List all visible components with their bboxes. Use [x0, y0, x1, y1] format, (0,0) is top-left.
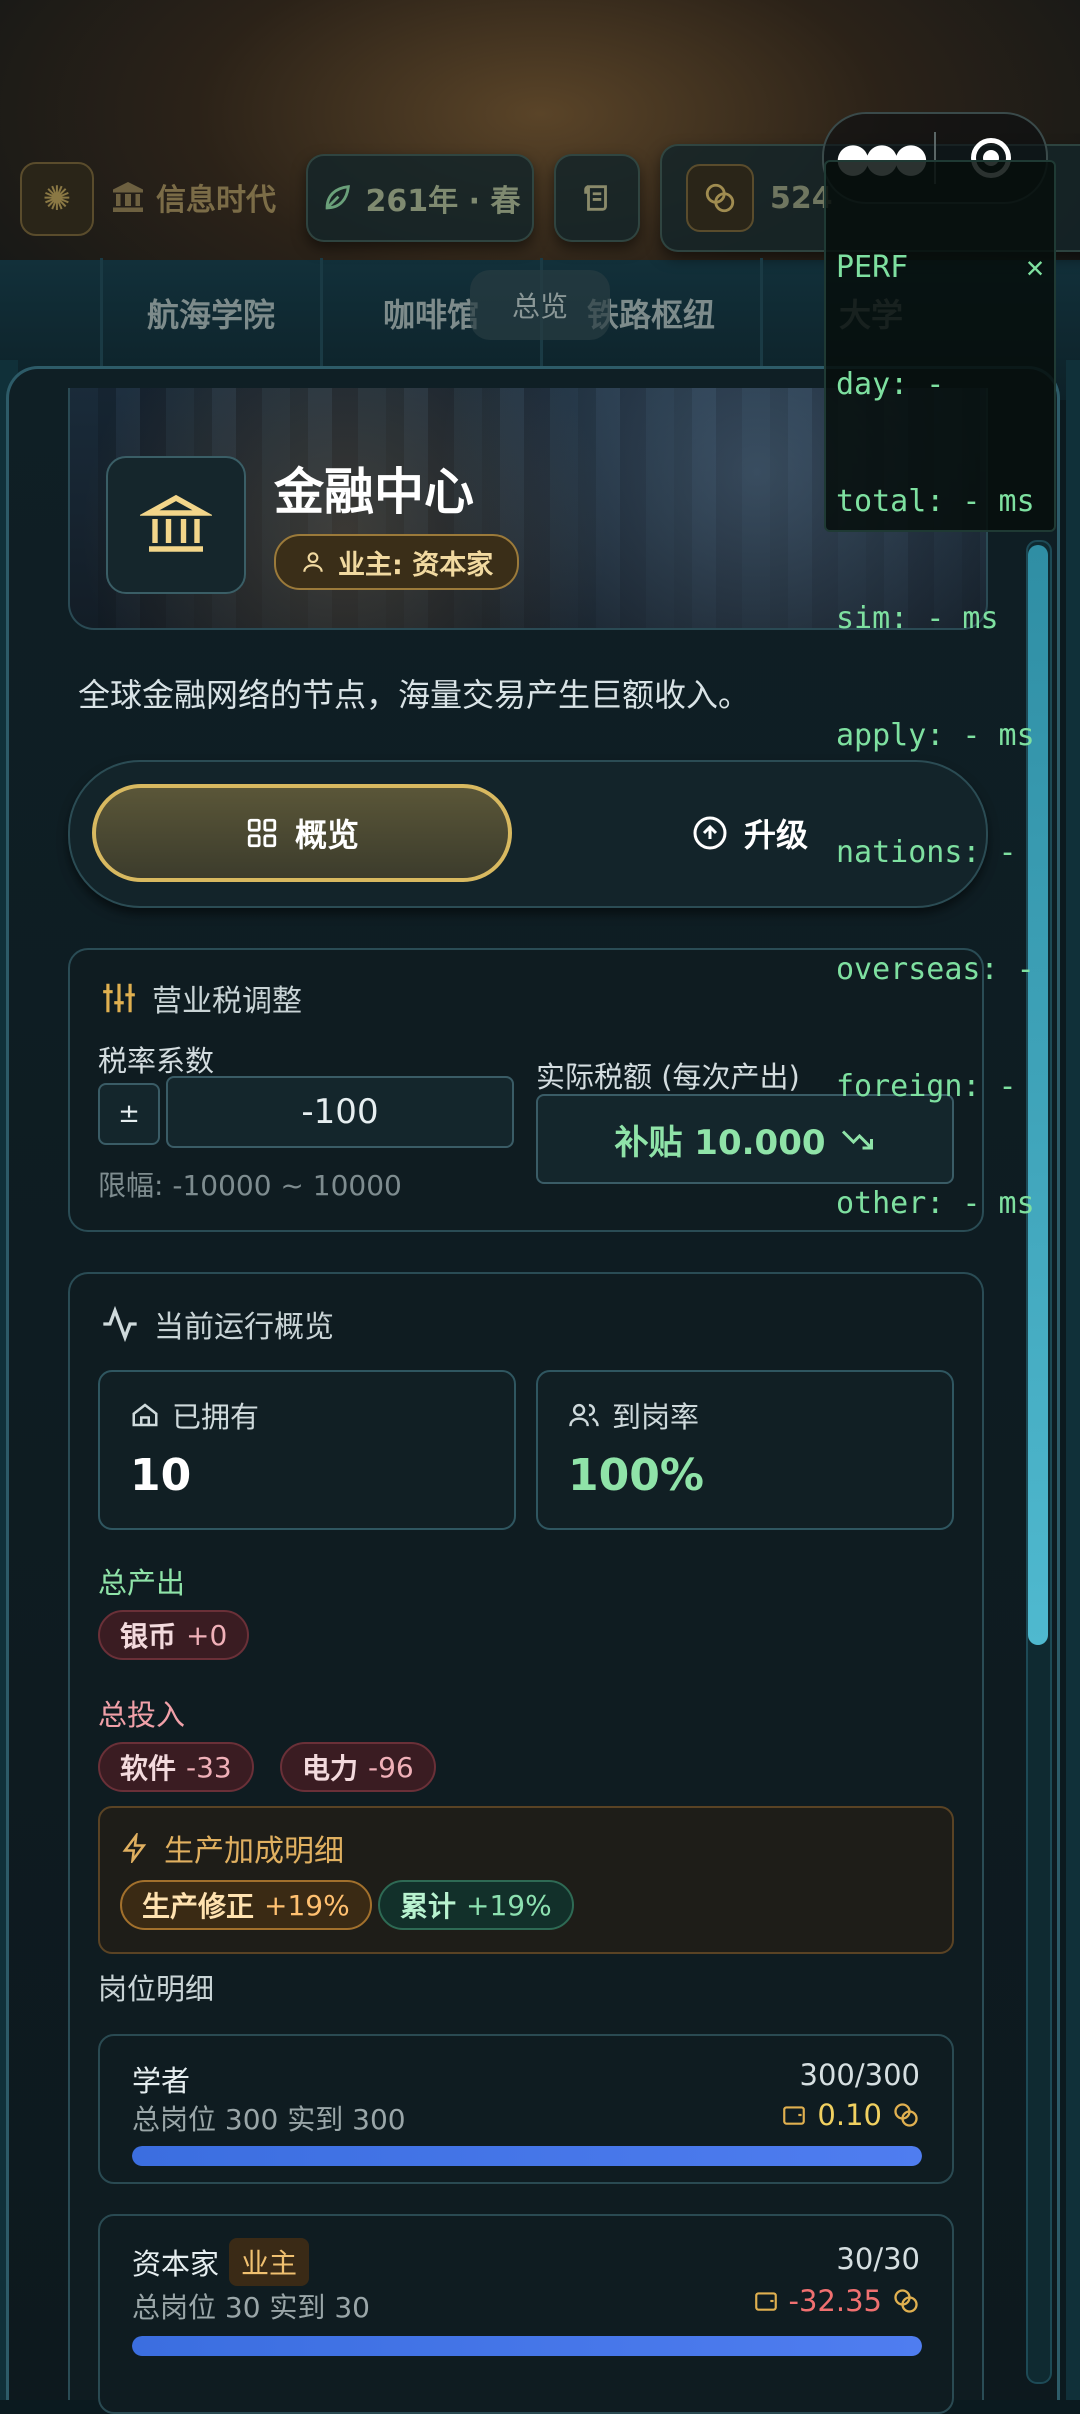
tax-rate-input[interactable]: -100	[166, 1076, 514, 1148]
users-icon	[569, 1403, 599, 1427]
coins-icon	[894, 2103, 918, 2127]
scroll-icon	[584, 185, 607, 211]
job-count: 300/300	[799, 2058, 920, 2092]
perf-line: overseas: -	[836, 952, 1035, 987]
building-icon-tile	[106, 456, 246, 594]
nav-item-naval-academy[interactable]: 航海学院	[100, 258, 319, 368]
sliders-icon	[103, 983, 135, 1013]
arrow-up-circle-icon	[693, 816, 727, 850]
job-count: 30/30	[836, 2242, 920, 2276]
wallet-icon	[783, 2106, 806, 2125]
job-wage: 0.10	[781, 2098, 920, 2132]
right-edge	[1066, 360, 1080, 2400]
job-progress-bar	[132, 2336, 922, 2356]
perf-line: apply: - ms	[836, 718, 1035, 753]
date-pill[interactable]: 261年 · 春	[306, 154, 534, 242]
era-emblem-icon[interactable]: ✺	[20, 162, 94, 236]
attendance-label: 到岗率	[568, 1394, 699, 1436]
overview-card-title: 当前运行概览	[100, 1302, 334, 1346]
rate-label: 税率系数	[98, 1044, 215, 1078]
lightning-icon	[122, 1833, 147, 1863]
input-chip-power: 电力 -96	[280, 1742, 436, 1792]
owned-value: 10	[130, 1450, 192, 1501]
owner-badge: 业主: 资本家	[274, 534, 520, 590]
tax-card-title: 营业税调整	[100, 976, 302, 1020]
home-icon	[132, 1403, 158, 1427]
perf-overlay: PERF ✕ day: - total: - ms sim: - ms appl…	[824, 160, 1056, 1221]
perf-line: total: - ms	[836, 484, 1035, 519]
sign-toggle-button[interactable]: ±	[98, 1083, 160, 1145]
building-title: 金融中心	[274, 463, 474, 521]
bank-icon	[113, 182, 143, 212]
job-name: 学者	[132, 2064, 191, 2098]
perf-line: sim: - ms	[836, 601, 999, 636]
perf-header: PERF ✕	[836, 248, 1044, 287]
owned-label: 已拥有	[130, 1394, 259, 1436]
nav-overview-button[interactable]: 总览	[470, 270, 610, 340]
user-icon	[303, 552, 323, 572]
rate-limit-text: 限幅: -10000 ~ 10000	[98, 1169, 402, 1202]
job-name: 资本家 业主	[132, 2238, 310, 2286]
perf-line: foreign: -	[836, 1069, 1017, 1104]
grid-icon	[247, 818, 277, 848]
job-wage: -32.35	[753, 2284, 921, 2318]
owner-tag: 业主	[229, 2238, 310, 2286]
tab-overview[interactable]: 概览	[92, 784, 512, 882]
owned-stat: 已拥有 10	[98, 1370, 516, 1530]
input-label: 总投入	[98, 1698, 186, 1732]
bank-icon	[140, 494, 212, 552]
scroll-button[interactable]	[554, 154, 640, 242]
bonus-chip-total: 累计 +19%	[378, 1880, 574, 1930]
era-label[interactable]: 信息时代	[110, 172, 276, 222]
perf-close-button[interactable]: ✕	[1026, 248, 1044, 287]
wallet-icon	[754, 2292, 777, 2311]
attendance-stat: 到岗率 100%	[536, 1370, 954, 1530]
job-progress-bar	[132, 2146, 922, 2166]
attendance-value: 100%	[568, 1450, 704, 1501]
input-chip-software: 软件 -33	[98, 1742, 254, 1792]
job-progress-fill	[132, 2146, 922, 2166]
perf-line: day: -	[836, 367, 945, 402]
job-progress-fill	[132, 2336, 922, 2356]
coins-icon	[686, 164, 754, 232]
jobs-label: 岗位明细	[98, 1972, 215, 2006]
job-row-capitalist: 资本家 业主 30/30 总岗位 30 实到 30 -32.35	[98, 2214, 954, 2414]
actual-tax-label: 实际税额 (每次产出)	[536, 1060, 800, 1094]
perf-line: other: - ms	[836, 1186, 1035, 1221]
job-sub: 总岗位 300 实到 300	[132, 2103, 406, 2136]
bonus-title: 生产加成明细	[120, 1826, 344, 1870]
activity-icon	[103, 1305, 137, 1343]
coins-icon	[894, 2289, 918, 2313]
job-row-scholar: 学者 300/300 总岗位 300 实到 300 0.10	[98, 2034, 954, 2184]
perf-line: nations: -	[836, 835, 1017, 870]
job-sub: 总岗位 30 实到 30	[132, 2291, 370, 2324]
building-description: 全球金融网络的节点，海量交易产生巨额收入。	[78, 676, 751, 714]
output-chip-silver: 银币 +0	[98, 1610, 250, 1660]
leaf-icon	[325, 185, 350, 210]
output-label: 总产出	[98, 1566, 186, 1600]
bonus-chip-production: 生产修正 +19%	[120, 1880, 372, 1930]
